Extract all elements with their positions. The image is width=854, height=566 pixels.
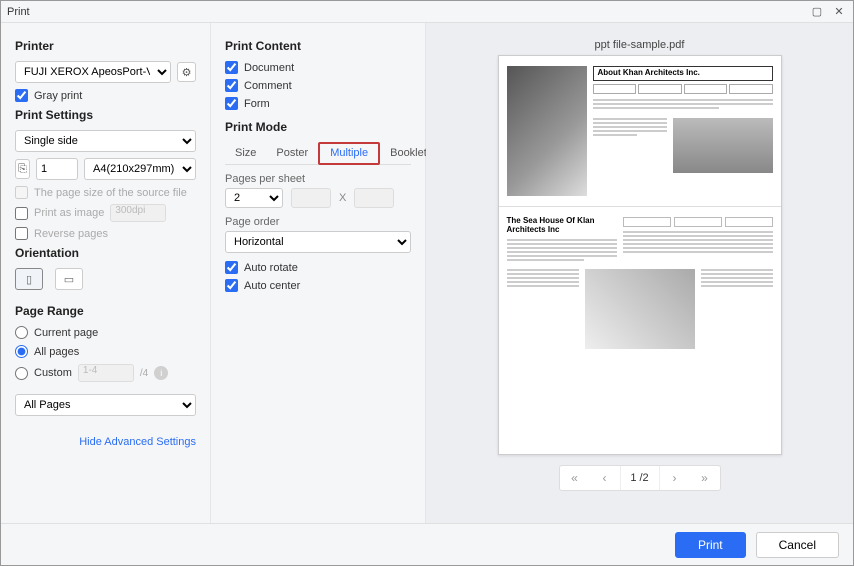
preview-pager: « ‹ 1 /2 › » [559,465,721,491]
mode-tabs: Size Poster Multiple Booklet [225,142,411,165]
window-title: Print [7,6,30,18]
page-range-heading: Page Range [15,304,196,318]
slide2-title: The Sea House Of Klan Architects Inc [507,217,617,235]
pps-label: Pages per sheet [225,173,411,185]
pager-next-icon[interactable]: › [660,471,690,485]
order-label: Page order [225,216,411,228]
pps-rows-input [354,188,394,208]
orientation-heading: Orientation [15,246,196,260]
pps-select[interactable]: 2 [225,188,283,208]
form-checkbox[interactable]: Form [225,97,411,110]
page-subset-select[interactable]: All Pages [15,394,196,416]
print-button[interactable]: Print [675,532,746,558]
orientation-landscape-button[interactable]: ▭ [55,268,83,290]
custom-range-radio[interactable]: Custom 1-4 /4 i [15,364,196,382]
page-order-select[interactable]: Horizontal [225,231,411,253]
auto-center-checkbox[interactable]: Auto center [225,279,411,292]
all-pages-radio[interactable]: All pages [15,345,196,358]
maximize-icon[interactable]: ▢ [809,4,825,20]
info-icon: i [154,366,168,380]
tab-multiple[interactable]: Multiple [318,142,380,165]
preview-filename: ppt file-sample.pdf [595,39,685,51]
preview-page: About Khan Architects Inc. The Sea House… [498,55,782,455]
print-mode-heading: Print Mode [225,120,411,134]
printer-heading: Printer [15,39,196,53]
titlebar: Print ▢ ✕ [1,1,853,23]
custom-range-input: 1-4 [78,364,134,382]
source-page-size-checkbox[interactable]: The page size of the source file [15,186,196,199]
advanced-settings-link[interactable]: Hide Advanced Settings [15,436,196,448]
collate-icon[interactable]: ⎘ [15,159,30,179]
pager-prev-icon[interactable]: ‹ [590,471,620,485]
preview-image [585,269,695,349]
print-as-image-checkbox[interactable]: Print as image 300dpi [15,204,196,222]
orientation-portrait-button[interactable]: ▯ [15,268,43,290]
slide1-title: About Khan Architects Inc. [593,66,773,81]
cancel-button[interactable]: Cancel [756,532,839,558]
printer-select[interactable]: FUJI XEROX ApeosPort-VI C3370 [15,61,171,83]
pps-cols-input [291,188,331,208]
pager-last-icon[interactable]: » [690,471,720,485]
current-page-radio[interactable]: Current page [15,326,196,339]
sides-select[interactable]: Single side [15,130,196,152]
print-settings-heading: Print Settings [15,108,196,122]
copies-input[interactable] [36,158,78,180]
printer-settings-icon[interactable]: ⚙ [177,62,196,82]
comment-checkbox[interactable]: Comment [225,79,411,92]
preview-image [673,118,773,173]
dpi-input: 300dpi [110,204,166,222]
document-checkbox[interactable]: Document [225,61,411,74]
print-content-heading: Print Content [225,39,411,53]
paper-select[interactable]: A4(210x297mm) 21 [84,158,196,180]
reverse-pages-checkbox[interactable]: Reverse pages [15,227,196,240]
tab-poster[interactable]: Poster [266,142,318,164]
preview-image [507,66,587,196]
pager-first-icon[interactable]: « [560,471,590,485]
tab-size[interactable]: Size [225,142,266,164]
auto-rotate-checkbox[interactable]: Auto rotate [225,261,411,274]
pager-indicator: 1 /2 [620,466,660,490]
gray-print-checkbox[interactable]: Gray print [15,89,196,102]
close-icon[interactable]: ✕ [831,4,847,20]
